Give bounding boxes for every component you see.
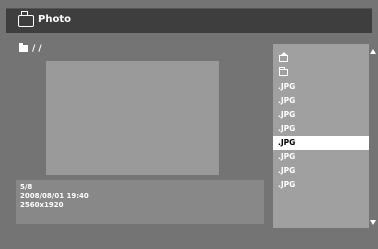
camera-icon [18,11,34,27]
file-item[interactable]: .JPG [273,122,369,136]
folder-path: / / [19,42,42,54]
file-list: .JPG .JPG .JPG .JPG .JPG .JPG .JPG .JPG [273,44,369,228]
file-item[interactable]: .JPG [273,150,369,164]
file-item-selected[interactable]: .JPG [273,136,369,150]
parent-folder-icon[interactable] [279,52,288,62]
scroll-up-arrow-icon[interactable] [370,49,376,54]
photo-datetime: 2008/08/01 19:40 [20,192,89,200]
photo-info-panel: 5/8 2008/08/01 19:40 2560x1920 [16,180,264,224]
scroll-down-arrow-icon[interactable] [370,220,376,225]
file-item[interactable]: .JPG [273,94,369,108]
photo-browser-window: Photo / / 5/8 2008/08/01 19:40 2560x1920… [0,0,378,249]
path-text: / / [32,44,42,54]
photo-counter: 5/8 [20,183,33,191]
photo-preview [46,61,219,175]
folder-icon [19,42,28,52]
app-title: Photo [38,14,71,25]
title-bar: Photo [6,8,372,33]
file-item[interactable]: .JPG [273,164,369,178]
photo-resolution: 2560x1920 [20,201,64,209]
file-item[interactable]: .JPG [273,178,369,192]
file-item[interactable]: .JPG [273,108,369,122]
file-item[interactable]: .JPG [273,80,369,94]
folder-icon[interactable] [279,67,288,76]
